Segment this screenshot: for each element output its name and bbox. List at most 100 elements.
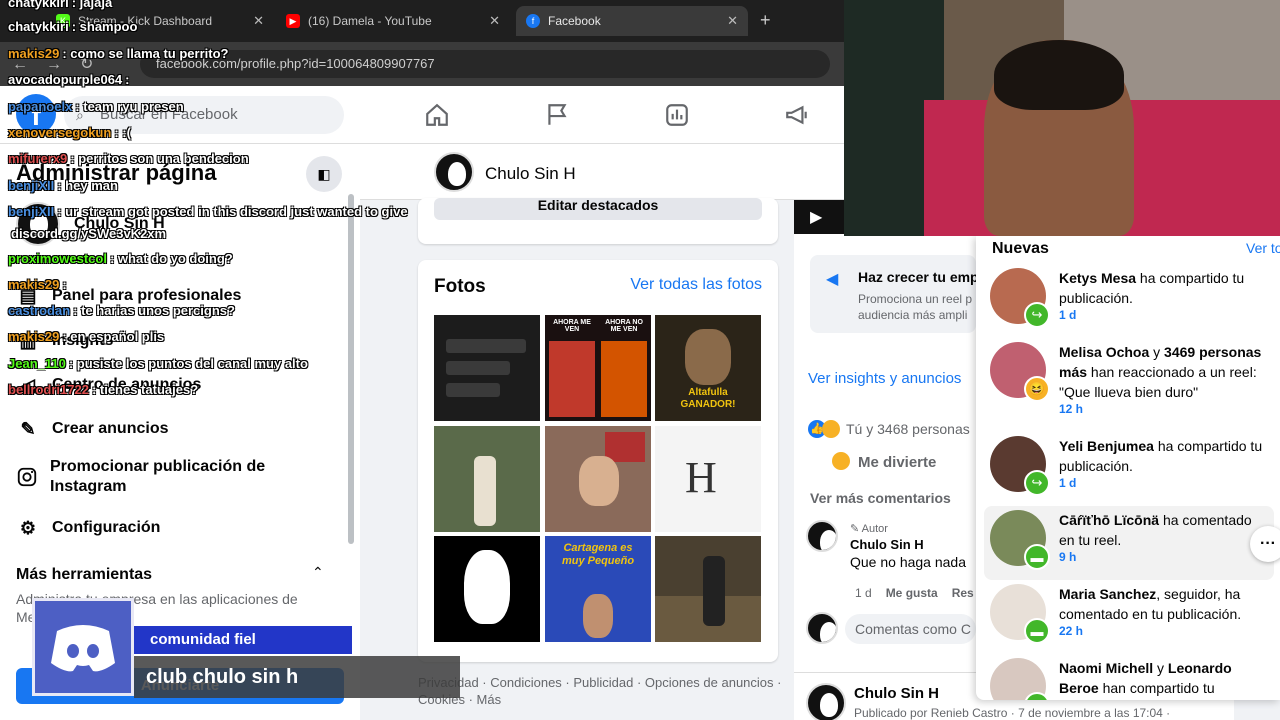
footer-links[interactable]: Privacidad · Condiciones · Publicidad · … <box>418 674 788 708</box>
chat-username: castrodan <box>8 303 71 318</box>
edit-featured-button[interactable]: Editar destacados <box>434 198 762 220</box>
reaction-count: Tú y 3468 personas <box>846 421 970 437</box>
more-options-icon[interactable]: ··· <box>1250 526 1280 562</box>
like-button[interactable]: Me gusta <box>886 586 938 600</box>
see-all-link[interactable]: Ver to <box>1246 240 1280 256</box>
comment-input[interactable]: Comentas como C <box>845 614 976 644</box>
photo-caption: H <box>685 453 717 502</box>
reaction-button[interactable]: Me divierte <box>832 452 936 471</box>
sidebar-item-promote-instagram[interactable]: Promocionar publicación de Instagram <box>16 457 296 497</box>
chat-username: makis29 <box>8 277 60 292</box>
notification-text: Maria Sanchez, seguidor, ha comentado en… <box>1059 586 1242 622</box>
see-all-photos-link[interactable]: Ver todas las fotos <box>630 276 762 294</box>
photo-thumbnail[interactable]: H <box>655 426 761 532</box>
chat-text: : jajaja <box>71 0 113 10</box>
avatar[interactable] <box>434 152 474 192</box>
close-icon[interactable]: ✕ <box>727 13 738 29</box>
chat-text: : pusiste los puntos del canal muy alto <box>68 356 308 371</box>
collapse-sidebar-icon[interactable]: ◧ <box>306 156 342 192</box>
chat-message: benjiXII: ur stream got posted in this d… <box>8 204 408 219</box>
notification-item[interactable]: ↪ Naomi Michell y Leonardo Beroe han com… <box>984 654 1274 700</box>
notification-text: Ketys Mesa ha compartido tu publicación. <box>1059 270 1245 306</box>
sidebar-scrollbar[interactable] <box>348 194 354 544</box>
tab-youtube[interactable]: ▶ (16) Damela - YouTube ✕ <box>276 6 510 36</box>
megaphone-icon[interactable] <box>784 102 810 128</box>
notification-time: 9 h <box>1059 550 1077 564</box>
comment-icon: ▬ <box>1024 544 1050 570</box>
notifications-panel: Nuevas Ver to ↪ Ketys Mesa ha compartido… <box>976 236 1280 700</box>
photo-thumbnail[interactable]: AHORA ME VEN AHORA NO ME VEN <box>545 315 651 421</box>
chat-username: proximowestcol <box>8 251 107 266</box>
author-badge: ✎ Autor <box>850 523 888 535</box>
photo-thumbnail[interactable] <box>434 426 540 532</box>
chat-message: mifurerx9: perritos son una bendecion <box>8 151 249 166</box>
insights-icon[interactable] <box>664 102 690 128</box>
comment-text: Que no haga nada <box>850 554 966 570</box>
chat-username: makis29 <box>8 46 60 61</box>
grow-title: Haz crecer tu emp <box>858 269 979 285</box>
chevron-up-icon[interactable]: ⌃ <box>312 564 324 581</box>
chat-username: chatykkiri <box>8 0 69 10</box>
close-icon[interactable]: ✕ <box>489 13 500 29</box>
photo-thumbnail[interactable]: Altafulla GANADOR! <box>655 315 761 421</box>
comment-avatar <box>806 612 838 644</box>
home-icon[interactable] <box>424 102 450 128</box>
play-icon[interactable]: ▶ <box>810 207 822 227</box>
photo-caption: Altafulla GANADOR! <box>680 387 736 410</box>
haha-icon <box>832 452 850 470</box>
chat-username: makis29 <box>8 329 60 344</box>
notification-item[interactable]: ▬ Maria Sanchez, seguidor, ha comentado … <box>984 580 1274 654</box>
chat-username: avocadopurple064 <box>8 72 123 87</box>
tab-facebook[interactable]: f Facebook ✕ <box>516 6 748 36</box>
chat-text: : en español plis <box>62 329 165 344</box>
comment-author[interactable]: Chulo Sin H <box>850 537 980 552</box>
avatar[interactable] <box>806 520 838 552</box>
notification-item[interactable]: ↪ Yeli Benjumea ha compartido tu publica… <box>984 432 1274 506</box>
chat-message: xenoversegokun: :( <box>8 125 131 140</box>
chat-text: : team ryu presen <box>75 99 184 114</box>
more-comments-link[interactable]: Ver más comentarios <box>810 490 951 506</box>
photo-thumbnail[interactable] <box>434 315 540 421</box>
avatar[interactable] <box>806 683 846 720</box>
pencil-icon: ✎ <box>20 418 36 439</box>
chat-message: proximowestcol: what do yo doing? <box>8 251 233 266</box>
chat-username: benjiXII <box>8 178 55 193</box>
sidebar-item-create-ads[interactable]: ✎ Crear anuncios <box>16 417 168 441</box>
notification-item[interactable]: ▬ Cāŕïťhō Lïcōnä ha comentado en tu reel… <box>984 506 1274 580</box>
post-author[interactable]: Chulo Sin H <box>854 685 939 702</box>
discord-logo-icon <box>32 598 134 696</box>
photo-thumbnail[interactable] <box>434 536 540 642</box>
video-player[interactable]: ▶ <box>794 200 844 234</box>
comment-icon: ▬ <box>1024 618 1050 644</box>
chat-text: : te harias unos percigns? <box>73 303 235 318</box>
insights-link[interactable]: Ver insights y anuncios <box>808 370 961 387</box>
chat-text: : shampoo <box>71 19 138 34</box>
page-identity-bar: Chulo Sin H <box>360 144 844 200</box>
featured-card: Editar destacados <box>418 198 778 244</box>
url-field[interactable]: facebook.com/profile.php?id=100064809907… <box>140 50 830 78</box>
chat-text: : <box>62 277 67 292</box>
grow-business-banner[interactable]: ◀ Haz crecer tu emp Promociona un reel p… <box>810 255 979 333</box>
sidebar-item-label: Configuración <box>52 519 161 536</box>
tab-label: Facebook <box>548 14 601 28</box>
flag-icon[interactable] <box>544 102 570 128</box>
reaction-label: Me divierte <box>858 454 937 471</box>
close-icon[interactable]: ✕ <box>253 13 264 29</box>
notification-item[interactable]: 😆 Melisa Ochoa y 3469 personas más han r… <box>984 338 1274 420</box>
reaction-summary[interactable]: 👍 Tú y 3468 personas <box>808 420 970 438</box>
notification-text: Yeli Benjumea ha compartido tu publicaci… <box>1059 438 1263 474</box>
chat-message: Jean_110: pusiste los puntos del canal m… <box>8 356 308 371</box>
sidebar-item-label: Promocionar publicación de Instagram <box>50 458 266 495</box>
chat-text: discord.gg/ySWe3vK2xm <box>11 226 167 241</box>
photo-thumbnail[interactable] <box>545 426 651 532</box>
reply-button[interactable]: Res <box>952 586 974 600</box>
new-tab-icon[interactable]: + <box>760 10 771 31</box>
notification-item[interactable]: ↪ Ketys Mesa ha compartido tu publicació… <box>984 264 1274 338</box>
photo-thumbnail[interactable] <box>655 536 761 642</box>
photo-caption: Cartagena es muy Pequeño <box>561 542 635 567</box>
chat-text: : :( <box>114 125 131 140</box>
chat-message: benjiXII: hey man <box>8 178 118 193</box>
sidebar-item-settings[interactable]: ⚙ Configuración <box>16 516 161 540</box>
share-icon: ↪ <box>1024 302 1050 328</box>
photo-thumbnail[interactable]: Cartagena es muy Pequeño <box>545 536 651 642</box>
